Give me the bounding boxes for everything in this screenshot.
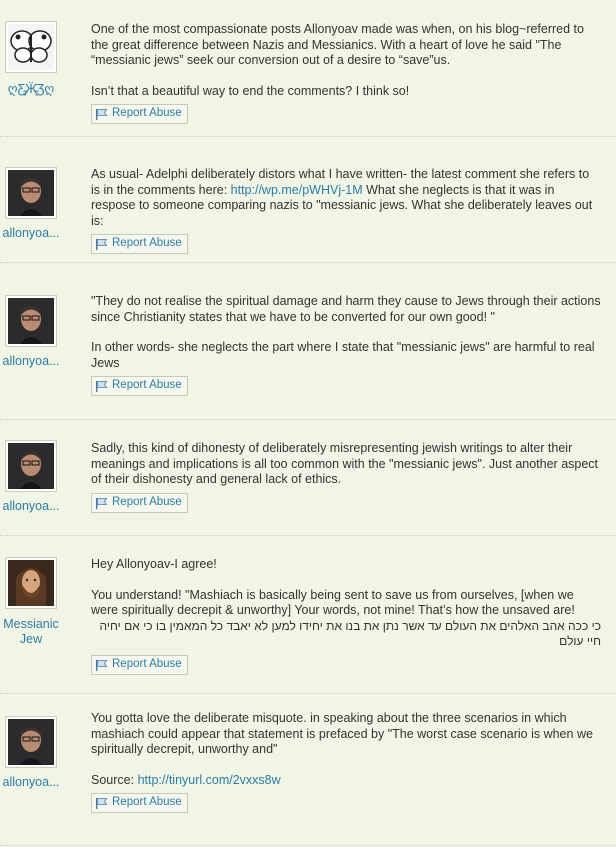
report-abuse-button[interactable]: Report Abuse	[91, 234, 188, 254]
comment-author: allonyoa...	[0, 440, 62, 514]
flag-icon	[96, 798, 108, 809]
comment-author: allonyoa...	[0, 716, 62, 790]
comment-link[interactable]: http://tinyurl.com/2vxxs8w	[138, 773, 281, 787]
comment-author: allonyoa...	[0, 167, 62, 241]
author-name[interactable]: ღƸ̵̡Ӝ̵̨̄Ʒღ	[0, 82, 62, 97]
butterfly-avatar-icon	[8, 24, 54, 70]
avatar[interactable]	[5, 716, 57, 768]
comment-body: One of the most compassionate posts Allo…	[91, 22, 601, 125]
comment: Messianic Jew Hey Allonyoav-I agree! You…	[0, 536, 616, 694]
portrait-avatar-icon	[8, 560, 54, 606]
report-abuse-label: Report Abuse	[112, 796, 182, 809]
comment-body: Hey Allonyoav-I agree! You understand! "…	[91, 557, 601, 675]
flag-icon	[96, 659, 108, 671]
comment-text: In other words- she neglects the part wh…	[91, 340, 595, 370]
report-abuse-button[interactable]: Report Abuse	[91, 376, 188, 396]
report-abuse-button[interactable]: Report Abuse	[91, 793, 188, 813]
comment-body: You gotta love the deliberate misquote. …	[91, 711, 601, 814]
comment: allonyoa... Sadly, this kind of dihonest…	[0, 420, 616, 536]
avatar[interactable]	[5, 21, 57, 73]
comment-text: You gotta love the deliberate misquote. …	[91, 711, 593, 756]
comment: allonyoa... "They do not realise the spi…	[0, 263, 616, 420]
report-abuse-label: Report Abuse	[112, 657, 182, 670]
comment: allonyoa... As usual- Adelphi deliberate…	[0, 137, 616, 263]
author-name[interactable]: allonyoa...	[0, 354, 62, 369]
report-abuse-label: Report Abuse	[112, 237, 182, 250]
avatar[interactable]	[5, 167, 57, 219]
comment-author: Messianic Jew	[0, 557, 62, 647]
comment-text: Source: http://tinyurl.com/2vxxs8w	[91, 772, 281, 787]
comment-body: Sadly, this kind of dihonesty of deliber…	[91, 441, 601, 513]
report-abuse-button[interactable]: Report Abuse	[91, 104, 188, 124]
comment-text: You understand! "Mashiach is basically b…	[91, 587, 575, 618]
flag-icon	[96, 239, 108, 250]
hebrew-verse-text: כי ככה אהב האלהים את העולם עד אשר נתן את…	[99, 618, 601, 649]
comment-author: ღƸ̵̡Ӝ̵̨̄Ʒღ	[0, 21, 62, 97]
comment-link[interactable]: http://wp.me/pWHVj-1M	[231, 183, 363, 197]
comment-text: Isn’t that a beautiful way to end the co…	[91, 83, 410, 98]
flag-icon	[96, 381, 108, 392]
report-abuse-button[interactable]: Report Abuse	[91, 654, 188, 675]
comment-text: As usual- Adelphi deliberately distors w…	[91, 167, 593, 228]
comment: allonyoa... You gotta love the deliberat…	[0, 694, 616, 846]
comment-text: "They do not realise the spiritual damag…	[91, 294, 601, 324]
comment-text: Hey Allonyoav-I agree!	[91, 557, 217, 571]
avatar[interactable]	[5, 557, 57, 609]
comment-thread: ღƸ̵̡Ӝ̵̨̄Ʒღ One of the most compassionate…	[0, 0, 616, 846]
user-photo-icon	[8, 170, 54, 216]
author-name[interactable]: allonyoa...	[0, 226, 62, 241]
comment: ღƸ̵̡Ӝ̵̨̄Ʒღ One of the most compassionate…	[0, 0, 616, 137]
comment-text: Sadly, this kind of dihonesty of deliber…	[91, 441, 599, 486]
comment-author: allonyoa...	[0, 295, 62, 369]
report-abuse-button[interactable]: Report Abuse	[91, 492, 188, 513]
author-name[interactable]: allonyoa...	[0, 775, 62, 790]
comment-text: One of the most compassionate posts Allo…	[91, 22, 584, 67]
user-photo-icon	[8, 719, 54, 765]
report-abuse-label: Report Abuse	[112, 379, 182, 392]
user-photo-icon	[8, 443, 54, 489]
avatar[interactable]	[5, 295, 57, 347]
author-name[interactable]: Messianic Jew	[0, 617, 62, 647]
report-abuse-label: Report Abuse	[112, 495, 182, 508]
author-name[interactable]: allonyoa...	[0, 499, 62, 514]
user-photo-icon	[8, 298, 54, 344]
comment-body: As usual- Adelphi deliberately distors w…	[91, 167, 601, 255]
flag-icon	[96, 109, 108, 120]
flag-icon	[96, 497, 108, 509]
avatar[interactable]	[5, 440, 57, 492]
comment-body: "They do not realise the spiritual damag…	[91, 294, 601, 397]
report-abuse-label: Report Abuse	[112, 107, 182, 120]
